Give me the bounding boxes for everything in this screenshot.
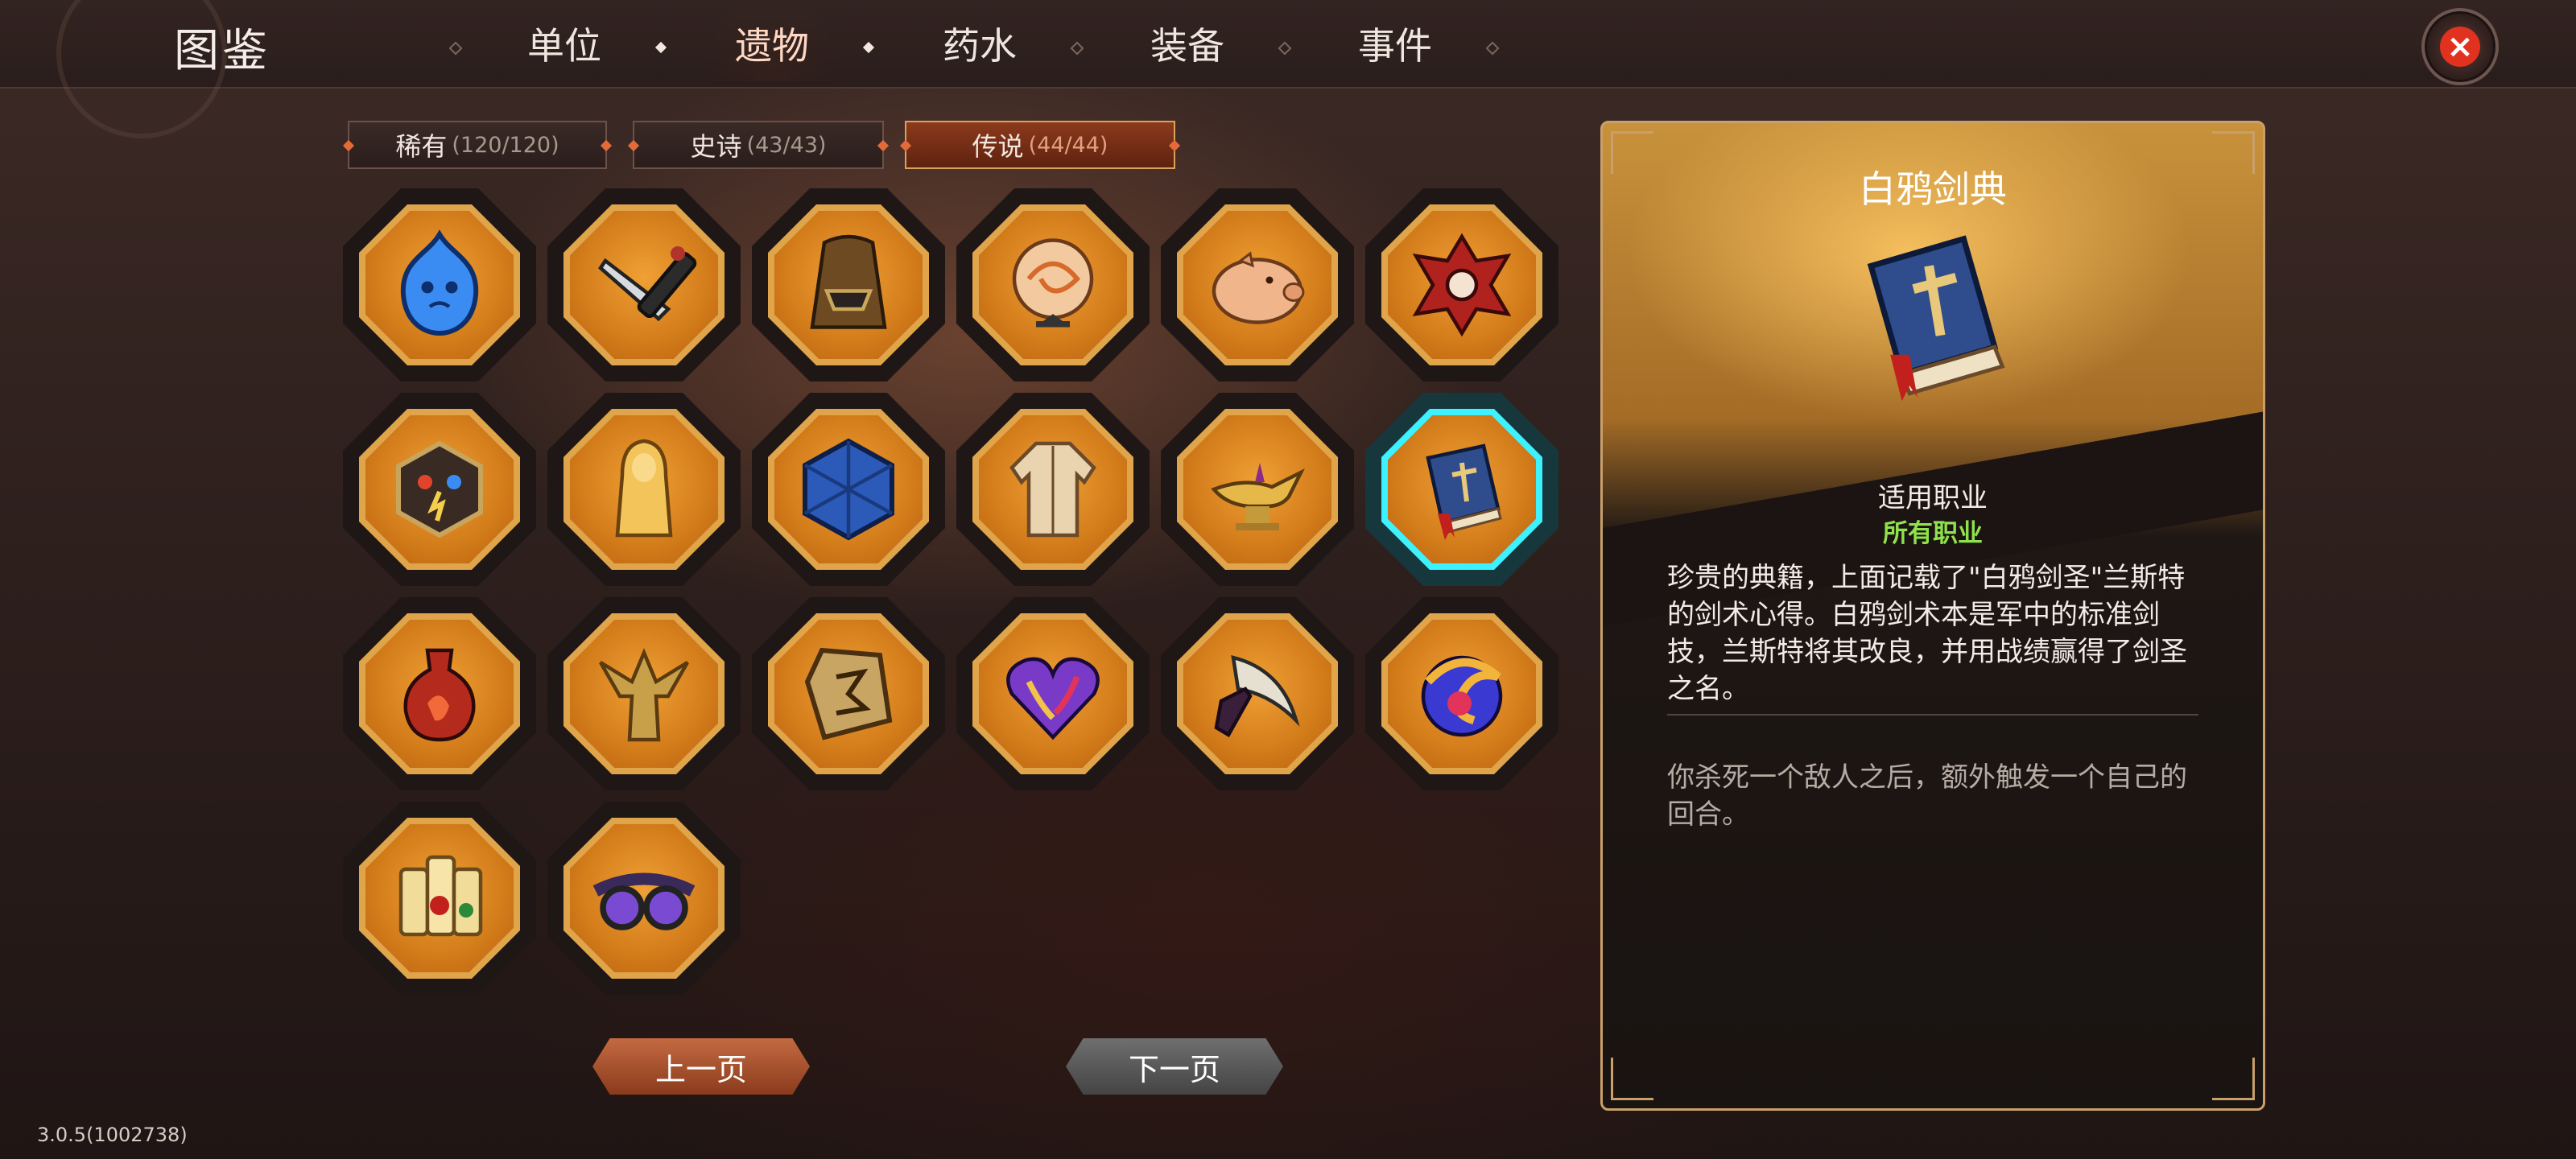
tab-units[interactable]: 单位 (460, 17, 668, 70)
top-bar: 图鉴 单位 遗物 药水 装备 事件 × (0, 0, 2576, 138)
crystal-orb-icon (1012, 238, 1094, 328)
relic-slot[interactable] (752, 188, 945, 382)
rarity-epic-button[interactable]: 史诗 (43/43) (633, 121, 884, 169)
relic-slot[interactable] (956, 188, 1150, 382)
tab-events[interactable]: 事件 (1291, 17, 1499, 70)
rarity-legendary-button[interactable]: 传说 (44/44) (905, 121, 1175, 169)
relic-slot[interactable] (343, 188, 536, 382)
relic-slot[interactable] (547, 802, 741, 995)
rarity-label: 史诗 (690, 131, 742, 162)
relic-detail-panel: 白鸦剑典 适用职业 所有职业 珍贵的典籍，上面记载了"白鸦剑圣"兰斯特的剑术心得… (1600, 121, 2265, 1111)
rainbow-heart-icon (1006, 657, 1100, 740)
divider (1667, 714, 2198, 716)
rarity-count: (43/43) (746, 132, 827, 158)
dagger-sheath-icon (598, 246, 697, 322)
rarity-count: (44/44) (1028, 132, 1108, 158)
relic-slot[interactable] (547, 597, 741, 790)
blue-cube-icon (803, 438, 894, 541)
holy-book-icon (1426, 443, 1502, 540)
rune-stone-icon (804, 647, 893, 740)
relic-slot[interactable] (752, 393, 945, 586)
version-label: 3.0.5(1002738) (37, 1124, 188, 1146)
relic-slot[interactable] (1161, 393, 1354, 586)
relic-slot[interactable] (752, 597, 945, 790)
panel-corner-icon (1611, 1058, 1653, 1100)
relic-name: 白鸦剑典 (1859, 167, 2007, 211)
rarity-label: 传说 (972, 131, 1024, 162)
category-tabs: 单位 遗物 药水 装备 事件 (443, 0, 1499, 87)
panel-corner-icon (2212, 1058, 2255, 1100)
goggles-icon (592, 872, 696, 930)
previous-page-button[interactable]: 上一页 (592, 1038, 810, 1095)
applicable-class-value: 所有职业 (1883, 519, 1983, 548)
winged-statue-icon (599, 648, 689, 742)
magic-lamp-icon (1211, 463, 1306, 530)
elemental-hexagon-icon (396, 440, 483, 538)
tab-equipment[interactable]: 装备 (1084, 17, 1291, 70)
next-page-button[interactable]: 下一页 (1066, 1038, 1283, 1095)
relic-effect: 你杀死一个敌人之后，额外触发一个自己的回合。 (1667, 761, 2187, 831)
relic-slot[interactable] (343, 597, 536, 790)
blue-slime-icon (400, 229, 479, 336)
page-title: 图鉴 (174, 25, 270, 77)
tab-potions[interactable]: 药水 (876, 17, 1084, 70)
robe-icon (1009, 441, 1096, 538)
curved-knife-icon (1214, 654, 1300, 738)
relic-slot[interactable] (1365, 188, 1558, 382)
holy-book-icon (1867, 235, 2005, 402)
relic-slot-selected[interactable] (1365, 393, 1558, 586)
rarity-rare-button[interactable]: 稀有 (120/120) (348, 121, 607, 169)
relic-slot[interactable] (547, 188, 741, 382)
relic-slot[interactable] (343, 802, 536, 995)
relic-slot[interactable] (1365, 597, 1558, 790)
fire-potion-icon (403, 648, 476, 742)
relic-slot[interactable] (1161, 597, 1354, 790)
rarity-count: (120/120) (452, 132, 559, 158)
hooded-cloak-mask-icon (810, 234, 887, 329)
relic-slot[interactable] (1161, 188, 1354, 382)
close-button[interactable]: × (2421, 8, 2499, 85)
relic-slot[interactable] (547, 393, 741, 586)
crimson-crest-icon (1412, 233, 1512, 337)
close-icon: × (2440, 27, 2480, 67)
relic-slot[interactable] (956, 393, 1150, 586)
tab-relics[interactable]: 遗物 (668, 0, 876, 81)
relic-slot[interactable] (956, 597, 1150, 790)
piggy-bank-icon (1212, 251, 1305, 324)
rarity-label: 稀有 (395, 131, 448, 162)
applicable-class-label: 适用职业 (1878, 482, 1988, 514)
golden-statue-icon (615, 439, 673, 538)
relic-description: 珍贵的典籍，上面记载了"白鸦剑圣"兰斯特的剑术心得。白鸦剑术本是军中的标准剑技，… (1667, 562, 2187, 705)
relic-slot[interactable] (343, 393, 536, 586)
scroll-bundle-icon (398, 855, 483, 937)
swirl-orb-icon (1421, 655, 1503, 737)
